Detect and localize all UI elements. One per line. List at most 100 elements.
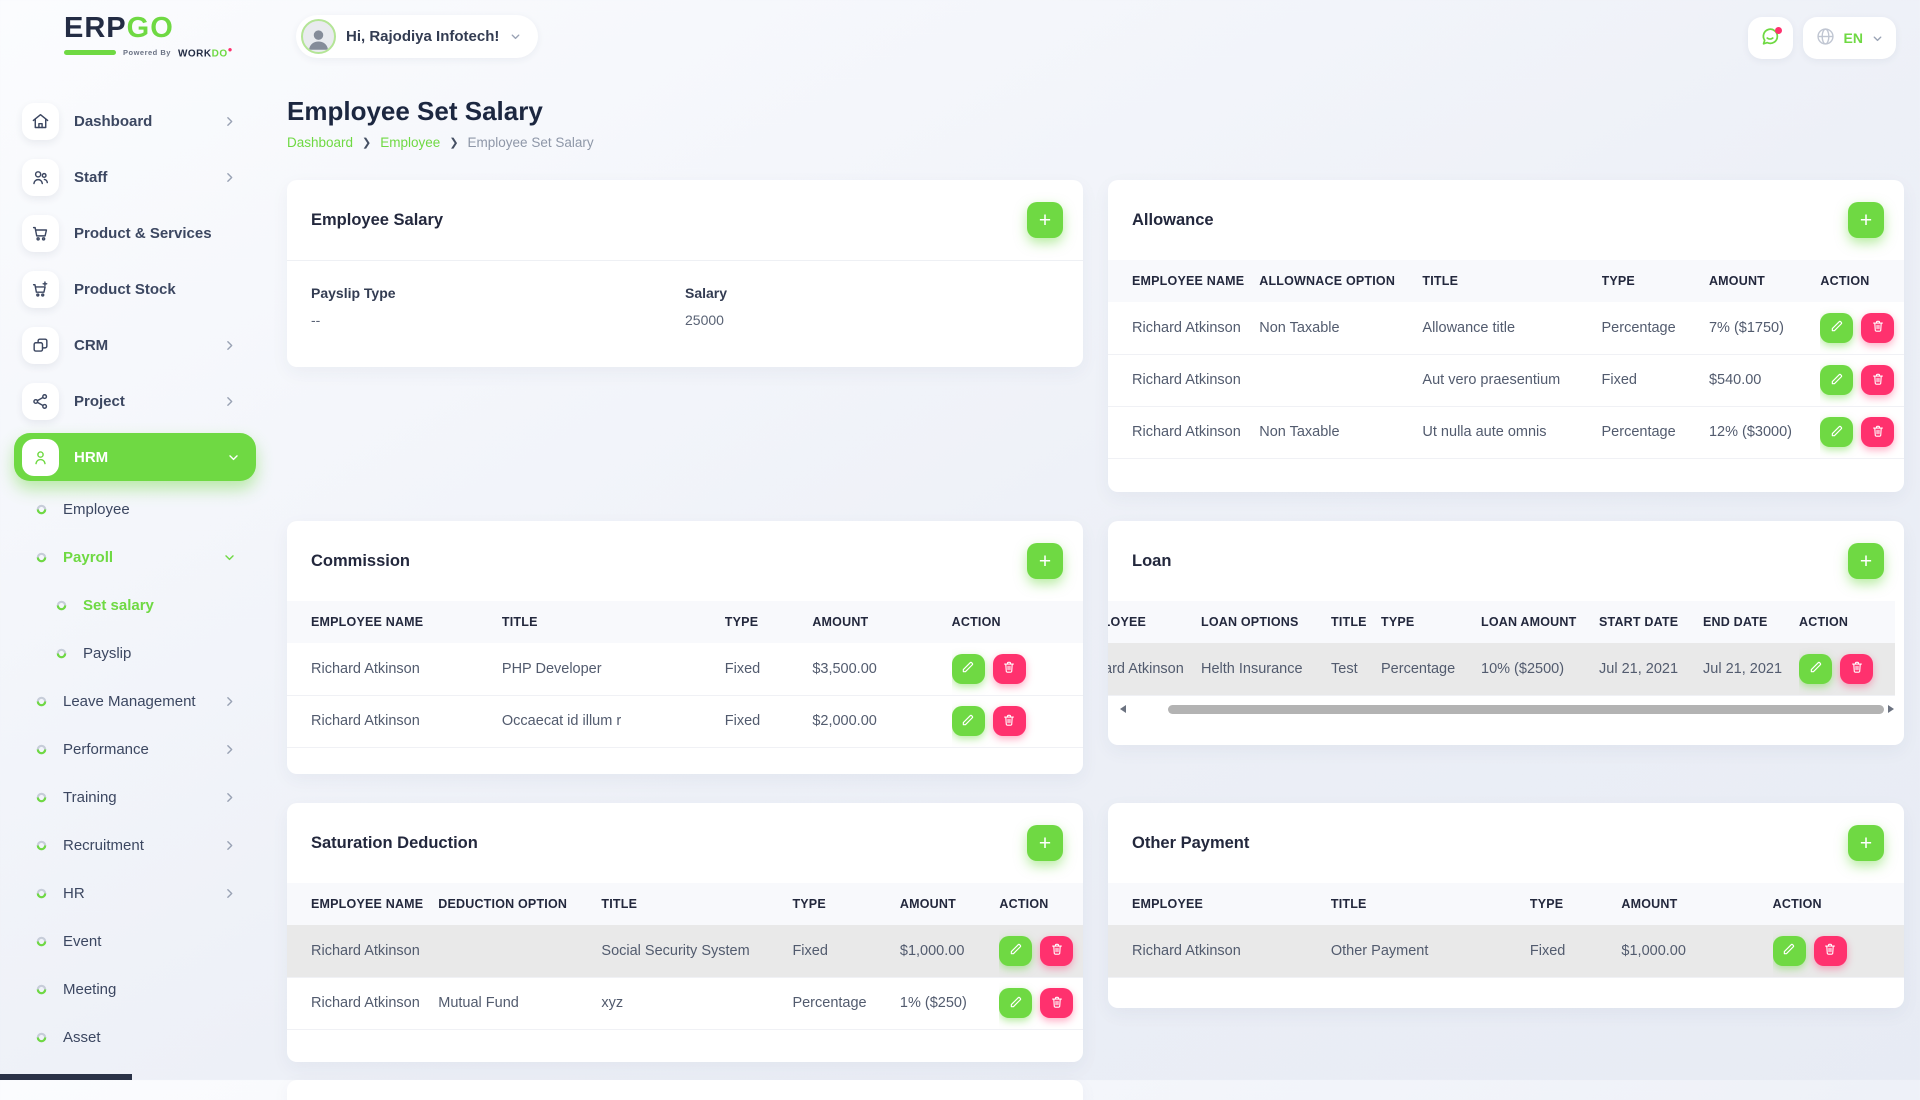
edit-button[interactable] [952,654,985,684]
erpgo-logo[interactable]: ERPGO Powered By WORKDO● [64,13,233,59]
sidebar-item-crm[interactable]: CRM [14,317,250,373]
breadcrumb-link-employee[interactable]: Employee [380,135,440,150]
edit-icon [1009,942,1023,959]
sidebar-item-product-services[interactable]: Product & Services [14,205,250,261]
sidebar-subitem-payroll[interactable]: Payroll [14,533,250,581]
delete-button[interactable] [1861,417,1894,447]
language-selector[interactable]: EN [1803,17,1896,59]
action-cell [1820,302,1904,354]
globe-icon [1815,26,1836,50]
breadcrumb-link-dashboard[interactable]: Dashboard [287,135,353,150]
sidebar-subitem-set-salary[interactable]: Set salary [14,581,250,629]
scroll-left-arrow-icon[interactable] [1120,705,1126,713]
column-header: TITLE [601,883,792,925]
cell: Other Payment [1331,925,1530,977]
greeting-text: Hi, Rajodiya Infotech! [346,28,499,45]
edit-button[interactable] [1799,654,1832,684]
card-title: Saturation Deduction [311,834,478,853]
sidebar-subitem-leave-management[interactable]: Leave Management [14,677,250,725]
edit-button[interactable] [1820,365,1853,395]
sidebar-item-label: Product & Services [74,225,236,242]
sidebar-subitem-asset[interactable]: Asset [14,1013,250,1061]
sidebar-subitem-performance[interactable]: Performance [14,725,250,773]
column-header: DEDUCTION OPTION [438,883,601,925]
saturation-deduction-table: EMPLOYEE NAMEDEDUCTION OPTIONTITLETYPEAM… [287,883,1083,1030]
delete-button[interactable] [1040,988,1073,1018]
add-saturation-deduction-button[interactable]: + [1027,825,1063,861]
chevron-down-icon [509,30,522,43]
trash-icon [1871,319,1885,336]
action-cell [1820,354,1904,406]
trash-icon [1002,713,1016,730]
delete-button[interactable] [1040,936,1073,966]
column-header: LOAN AMOUNT [1481,601,1599,643]
cell: Helth Insurance [1201,643,1331,695]
loan-table: EMPLOYEELOAN OPTIONSTITLETYPELOAN AMOUNT… [1108,601,1904,696]
avatar [301,19,336,54]
sidebar-subitem-hr[interactable]: HR [14,869,250,917]
sidebar-item-project[interactable]: Project [14,373,250,429]
edit-button[interactable] [1773,936,1806,966]
breadcrumb-separator: ❯ [362,136,371,149]
sidebar-item-hrm[interactable]: HRM [14,433,256,481]
cell: Fixed [1530,925,1622,977]
add-allowance-button[interactable]: + [1848,202,1884,238]
main-content: Employee Set Salary Dashboard❯Employee❯E… [287,80,1904,1100]
cell: Percentage [792,977,899,1029]
edit-button[interactable] [999,988,1032,1018]
table-header-row: EMPLOYEE NAMEDEDUCTION OPTIONTITLETYPEAM… [287,883,1083,925]
sidebar-menu: Dashboard Staff Product & Services Produ… [14,93,250,1061]
delete-button[interactable] [993,706,1026,736]
edit-button[interactable] [1820,313,1853,343]
sidebar-item-label: Staff [74,169,223,186]
commission-card: Commission + EMPLOYEE NAMETITLETYPEAMOUN… [287,521,1083,774]
edit-button[interactable] [952,706,985,736]
delete-button[interactable] [1861,313,1894,343]
delete-button[interactable] [1814,936,1847,966]
edit-button[interactable] [999,936,1032,966]
cell: Richard Atkinson [1108,302,1259,354]
add-employee-salary-button[interactable]: + [1027,202,1063,238]
sidebar-subitem-payslip[interactable]: Payslip [14,629,250,677]
delete-button[interactable] [993,654,1026,684]
edit-button[interactable] [1820,417,1853,447]
add-commission-button[interactable]: + [1027,543,1063,579]
column-header: TITLE [1331,601,1381,643]
cell: Ut nulla aute omnis [1422,406,1601,458]
action-cell [999,925,1083,977]
column-header: TYPE [792,883,899,925]
cell: Non Taxable [1259,302,1422,354]
cell: 7% ($1750) [1709,302,1820,354]
cell: Fixed [1602,354,1709,406]
messenger-button[interactable] [1748,17,1793,59]
sidebar-item-label: HRM [74,449,227,466]
sidebar-subitem-employee[interactable]: Employee [14,485,250,533]
horizontal-scrollbar[interactable] [1120,704,1894,715]
column-header: END DATE [1703,601,1799,643]
sidebar-subitem-event[interactable]: Event [14,917,250,965]
cell: Occaecat id illum r [502,695,725,747]
cell: Richard Atkinson [287,977,438,1029]
cell: 1% ($250) [900,977,1000,1029]
chevron-down-icon [223,551,236,564]
sidebar-subitem-label: Recruitment [63,837,223,854]
add-other-payment-button[interactable]: + [1848,825,1884,861]
scrollbar-thumb[interactable] [1168,705,1884,714]
scroll-right-arrow-icon[interactable] [1888,705,1894,713]
sidebar-subitem-meeting[interactable]: Meeting [14,965,250,1013]
other-payment-card: Other Payment + EMPLOYEETITLETYPEAMOUNTA… [1108,803,1904,1008]
sidebar-item-product-stock[interactable]: Product Stock [14,261,250,317]
delete-button[interactable] [1861,365,1894,395]
sidebar-subitem-recruitment[interactable]: Recruitment [14,821,250,869]
sidebar-item-dashboard[interactable]: Dashboard [14,93,250,149]
user-menu[interactable]: Hi, Rajodiya Infotech! [296,15,538,58]
delete-button[interactable] [1840,654,1873,684]
add-loan-button[interactable]: + [1848,543,1884,579]
sidebar-subitem-training[interactable]: Training [14,773,250,821]
cell: Allowance title [1422,302,1601,354]
sidebar-item-staff[interactable]: Staff [14,149,250,205]
bullet-icon [56,600,67,611]
table-row: Richard AtkinsonAut vero praesentiumFixe… [1108,354,1904,406]
sidebar-subitem-label: Set salary [83,597,236,614]
table-row: Richard AtkinsonSocial Security SystemFi… [287,925,1083,977]
